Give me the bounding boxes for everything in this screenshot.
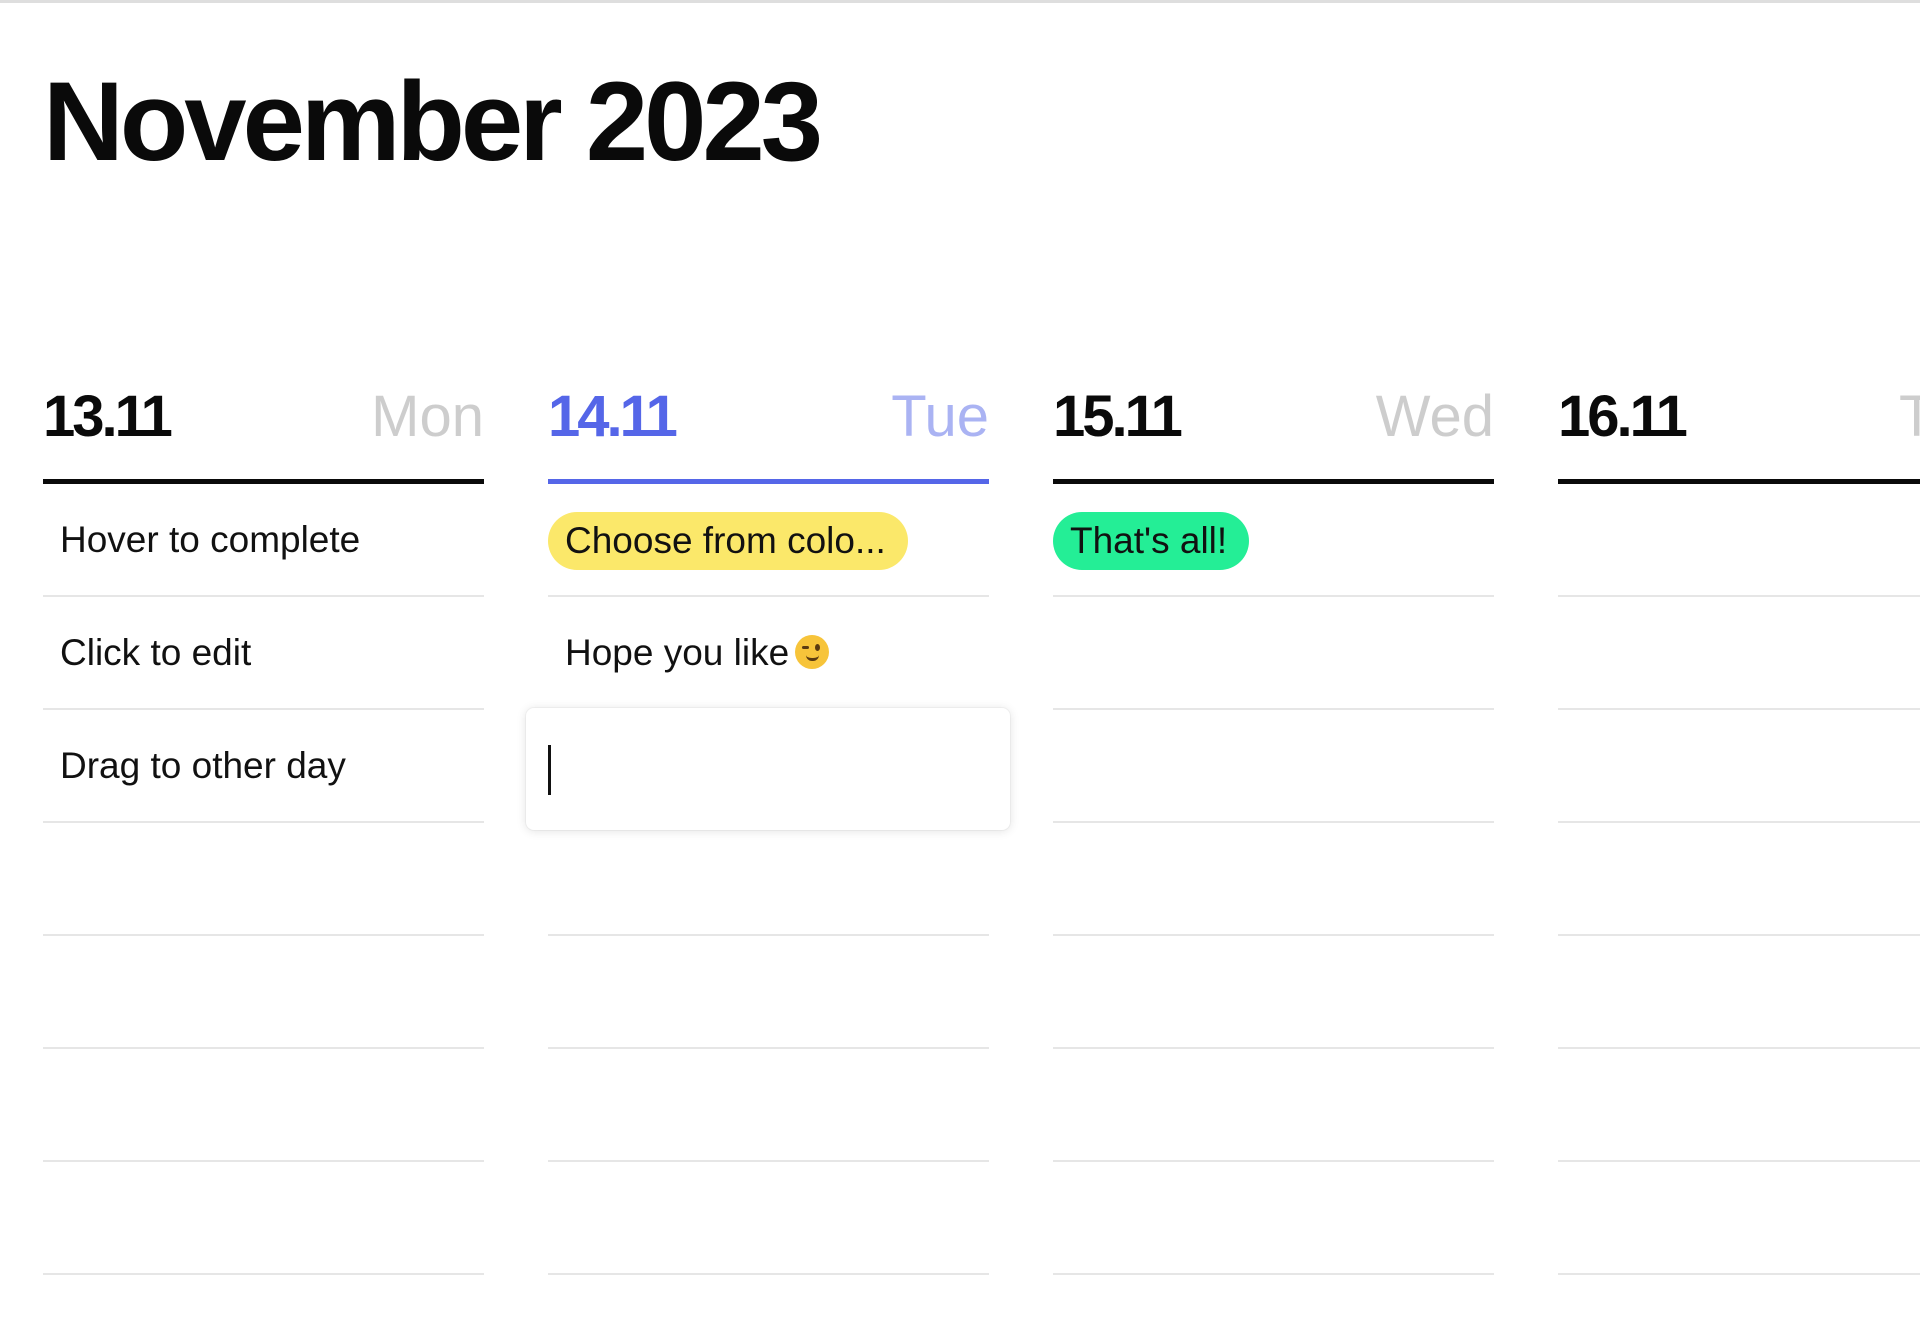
task-item-green[interactable]: That's all! <box>1053 512 1250 570</box>
day-header: 13.11 Mon <box>43 368 484 484</box>
day-date: 15.11 <box>1053 384 1183 449</box>
empty-task-slot[interactable] <box>1558 484 1920 597</box>
empty-task-slot[interactable] <box>43 823 484 936</box>
empty-task-slot[interactable] <box>43 936 484 1049</box>
day-name: Mon <box>371 384 484 449</box>
empty-task-slot[interactable] <box>1558 597 1920 710</box>
empty-task-slot[interactable] <box>1053 597 1494 710</box>
day-name: Wed <box>1375 384 1494 449</box>
empty-task-slot[interactable] <box>1053 1049 1494 1162</box>
day-date: 16.11 <box>1558 384 1688 449</box>
task-slot[interactable]: Hope you like <box>548 597 989 710</box>
task-item[interactable]: Hope you like <box>565 597 830 708</box>
day-header: 16.11 Thu <box>1558 368 1920 484</box>
empty-task-slot[interactable] <box>1053 1162 1494 1275</box>
new-task-editor[interactable] <box>526 708 1010 830</box>
new-task-input[interactable] <box>546 724 986 814</box>
day-column-mon: 13.11 Mon Hover to complete Click to edi… <box>43 368 484 1275</box>
empty-task-slot[interactable] <box>1053 936 1494 1049</box>
empty-task-slot[interactable] <box>43 1049 484 1162</box>
day-date: 14.11 <box>548 384 678 449</box>
empty-task-slot[interactable] <box>1053 823 1494 936</box>
day-date: 13.11 <box>43 384 173 449</box>
task-item-label: Hope you like <box>565 632 790 673</box>
day-name: Tue <box>891 384 989 449</box>
empty-task-slot[interactable] <box>1558 823 1920 936</box>
task-item-yellow[interactable]: Choose from colo... <box>548 512 908 570</box>
task-slot[interactable]: That's all! <box>1053 484 1494 597</box>
winking-face-icon <box>795 635 830 669</box>
day-column-wed: 15.11 Wed That's all! <box>1053 368 1494 1275</box>
empty-task-slot[interactable] <box>548 936 989 1049</box>
empty-task-slot[interactable] <box>548 823 989 936</box>
empty-task-slot[interactable] <box>1558 936 1920 1049</box>
week-view: 13.11 Mon Hover to complete Click to edi… <box>0 0 1920 1317</box>
day-name: Thu <box>1899 384 1920 449</box>
empty-task-slot[interactable] <box>1558 1162 1920 1275</box>
empty-task-slot[interactable] <box>548 1162 989 1275</box>
empty-task-slot[interactable] <box>43 1162 484 1275</box>
empty-task-slot[interactable] <box>1558 710 1920 823</box>
task-item[interactable]: Drag to other day <box>60 710 346 821</box>
day-column-thu: 16.11 Thu <box>1558 368 1920 1275</box>
task-slot[interactable]: Hover to complete <box>43 484 484 597</box>
text-caret <box>548 745 551 795</box>
task-slot[interactable]: Choose from colo... <box>548 484 989 597</box>
day-header: 15.11 Wed <box>1053 368 1494 484</box>
task-item[interactable]: Hover to complete <box>60 484 360 595</box>
task-slot[interactable]: Click to edit <box>43 597 484 710</box>
day-header: 14.11 Tue <box>548 368 989 484</box>
empty-task-slot[interactable] <box>1558 1049 1920 1162</box>
empty-task-slot[interactable] <box>548 1049 989 1162</box>
empty-task-slot[interactable] <box>1053 710 1494 823</box>
task-slot[interactable]: Drag to other day <box>43 710 484 823</box>
task-item[interactable]: Click to edit <box>60 597 251 708</box>
